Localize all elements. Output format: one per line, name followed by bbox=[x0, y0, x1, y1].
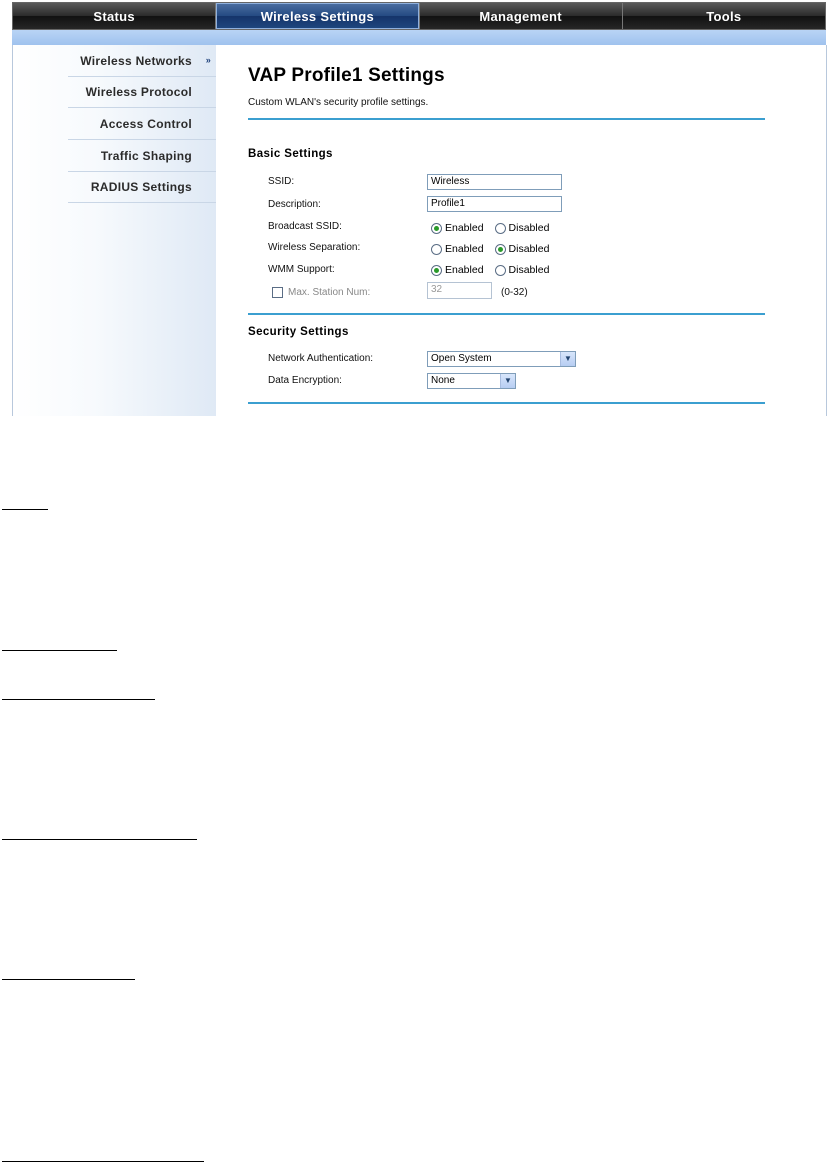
wmm-support-label: WMM Support: bbox=[268, 264, 335, 275]
description-input[interactable]: Profile1 bbox=[427, 196, 562, 212]
underline-rule bbox=[2, 509, 48, 510]
sidebar-item-label: RADIUS Settings bbox=[90, 180, 192, 194]
underline-rule bbox=[2, 979, 135, 980]
sidebar-item-label: Wireless Protocol bbox=[85, 85, 192, 99]
network-authentication-select[interactable]: Open System ▼ bbox=[427, 351, 576, 367]
wmm-disabled-radio[interactable] bbox=[494, 264, 506, 276]
underline-rule bbox=[2, 650, 117, 651]
sidebar-item-wireless-protocol[interactable]: Wireless Protocol bbox=[68, 77, 216, 108]
max-station-range: (0-32) bbox=[501, 287, 528, 298]
section-title-security: Security Settings bbox=[248, 326, 349, 338]
broadcast-ssid-radio-group: Enabled Disabled bbox=[431, 222, 560, 234]
description-label: Description: bbox=[268, 199, 321, 210]
divider bbox=[248, 402, 765, 404]
sidebar-item-wireless-networks[interactable]: Wireless Networks » bbox=[68, 46, 216, 77]
data-encryption-label: Data Encryption: bbox=[268, 375, 342, 386]
underline-rule bbox=[2, 1161, 204, 1162]
double-chevron-right-icon: » bbox=[205, 55, 211, 65]
wireless-separation-label: Wireless Separation: bbox=[268, 242, 361, 253]
sidebar-item-radius-settings[interactable]: RADIUS Settings bbox=[68, 172, 216, 203]
content-frame: Wireless Networks » Wireless Protocol Ac… bbox=[12, 45, 827, 416]
max-station-checkbox[interactable] bbox=[272, 287, 283, 298]
select-value: None bbox=[431, 375, 455, 386]
page-title: VAP Profile1 Settings bbox=[248, 65, 445, 86]
wmm-enabled-radio[interactable] bbox=[431, 264, 442, 276]
ssid-label: SSID: bbox=[268, 176, 295, 187]
main-panel: VAP Profile1 Settings Custom WLAN's secu… bbox=[248, 45, 766, 416]
header-strip bbox=[12, 30, 826, 45]
tab-wireless-settings[interactable]: Wireless Settings bbox=[216, 3, 420, 29]
radio-label: Disabled bbox=[508, 264, 550, 276]
broadcast-ssid-label: Broadcast SSID: bbox=[268, 221, 342, 232]
tab-status[interactable]: Status bbox=[13, 3, 217, 29]
sidebar-item-traffic-shaping[interactable]: Traffic Shaping bbox=[68, 141, 216, 172]
separation-enabled-radio[interactable] bbox=[431, 243, 442, 255]
broadcast-enabled-radio[interactable] bbox=[431, 222, 442, 234]
underline-rule bbox=[2, 839, 197, 840]
divider bbox=[248, 313, 765, 315]
page-description: Custom WLAN's security profile settings. bbox=[248, 97, 429, 108]
sidebar: Wireless Networks » Wireless Protocol Ac… bbox=[13, 45, 216, 416]
broadcast-disabled-radio[interactable] bbox=[494, 222, 506, 234]
radio-label: Enabled bbox=[445, 264, 484, 276]
data-encryption-select[interactable]: None ▼ bbox=[427, 373, 516, 389]
separation-disabled-radio[interactable] bbox=[494, 243, 506, 255]
ssid-input[interactable]: Wireless bbox=[427, 174, 562, 190]
radio-label: Enabled bbox=[445, 222, 484, 234]
tab-tools[interactable]: Tools bbox=[622, 3, 825, 29]
chevron-down-icon[interactable]: ▼ bbox=[560, 352, 575, 366]
sidebar-item-label: Traffic Shaping bbox=[100, 149, 192, 163]
tab-management[interactable]: Management bbox=[419, 3, 623, 29]
max-station-label: Max. Station Num: bbox=[288, 287, 371, 298]
radio-label: Disabled bbox=[508, 243, 550, 255]
network-authentication-label: Network Authentication: bbox=[268, 353, 374, 364]
wmm-support-radio-group: Enabled Disabled bbox=[431, 264, 560, 276]
wireless-separation-radio-group: Enabled Disabled bbox=[431, 243, 560, 255]
section-title-basic: Basic Settings bbox=[248, 148, 333, 160]
select-value: Open System bbox=[431, 353, 492, 364]
radio-label: Enabled bbox=[445, 243, 484, 255]
sidebar-item-access-control[interactable]: Access Control bbox=[68, 109, 216, 140]
top-navigation: Status Wireless Settings Management Tool… bbox=[12, 2, 826, 30]
chevron-down-icon[interactable]: ▼ bbox=[500, 374, 515, 388]
underline-rule bbox=[2, 699, 155, 700]
radio-label: Disabled bbox=[508, 222, 550, 234]
sidebar-item-label: Access Control bbox=[99, 117, 192, 131]
sidebar-item-label: Wireless Networks bbox=[80, 54, 192, 68]
max-station-input[interactable]: 32 bbox=[427, 282, 492, 299]
divider bbox=[248, 118, 765, 120]
